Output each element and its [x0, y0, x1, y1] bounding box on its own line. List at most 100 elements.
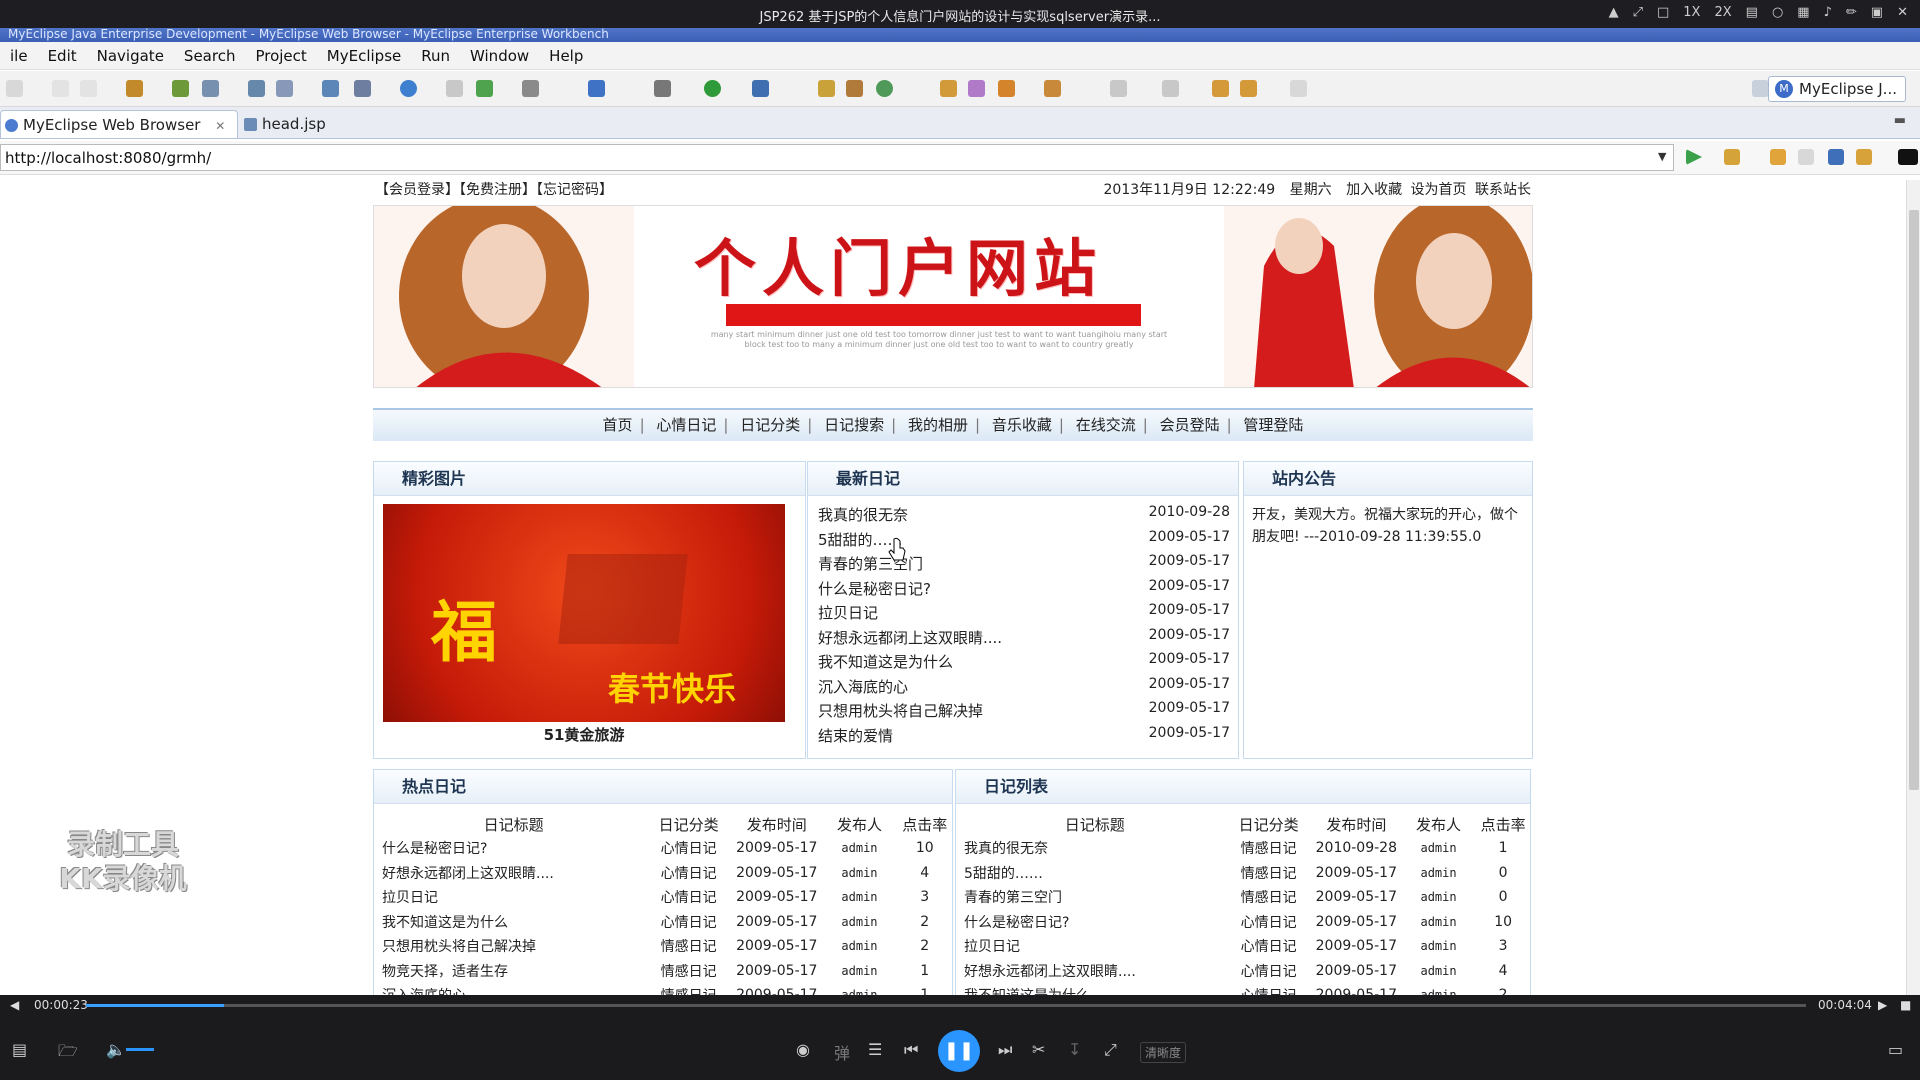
stop-icon[interactable]: ■ — [1900, 998, 1911, 1012]
table-row[interactable]: 我不知道这是为什么心情日记2009-05-17admin2 — [964, 983, 1530, 995]
list-item[interactable]: 我不知道这是为什么 2009-05-17 — [818, 651, 1230, 676]
forward-icon[interactable] — [1290, 80, 1307, 97]
list-item[interactable]: 我真的很无奈 2010-09-28 — [818, 504, 1230, 529]
nav-member-login[interactable]: 会员登陆 — [1160, 416, 1220, 434]
sync-icon[interactable] — [322, 80, 339, 97]
tab-head-jsp[interactable]: head.jsp — [240, 110, 338, 138]
list-item[interactable]: 什么是秘密日记? 2009-05-17 — [818, 578, 1230, 603]
cell-title[interactable]: 什么是秘密日记? — [382, 836, 645, 861]
refresh-icon[interactable] — [876, 80, 893, 97]
diary-title[interactable]: 我真的很无奈 — [818, 506, 908, 524]
table-row[interactable]: 好想永远都闭上这双眼睛.... 心情日记 2009-05-17 admin 4 — [382, 861, 952, 886]
featured-picture[interactable]: 福 春节快乐 — [383, 504, 785, 722]
fullscreen-icon[interactable]: ▭ — [1888, 1040, 1903, 1059]
next-icon[interactable]: ⏭ — [998, 1040, 1012, 1060]
stop-icon[interactable] — [1828, 149, 1844, 165]
add-favorite-link[interactable]: 加入收藏 — [1346, 182, 1402, 198]
library-icon[interactable]: ▤ — [12, 1040, 27, 1059]
external-tools-icon[interactable] — [752, 80, 769, 97]
nav-diary-category[interactable]: 日记分类 — [740, 416, 800, 434]
shrink-icon[interactable]: ⤢ — [1104, 1040, 1117, 1060]
mini-icon[interactable]: ○ — [1772, 5, 1783, 20]
bookmark-icon[interactable] — [846, 80, 863, 97]
list-item[interactable]: 结束的爱情 2009-05-17 — [818, 725, 1230, 750]
cell-title[interactable]: 我真的很无奈 — [964, 836, 1225, 861]
refresh-page-icon[interactable] — [1856, 149, 1872, 165]
clarity-button[interactable]: 清晰度 — [1140, 1042, 1187, 1063]
subtitle-icon[interactable]: ✏ — [1846, 5, 1857, 20]
table-row[interactable]: 沉入海底的心情感日记2009-05-17admin1 — [382, 983, 952, 995]
progress-track[interactable] — [86, 1004, 1806, 1007]
wizard-icon[interactable] — [354, 80, 371, 97]
close-tab-icon[interactable]: ✕ — [215, 119, 225, 133]
cell-title[interactable]: 拉贝日记 — [382, 885, 645, 910]
open-perspective-icon[interactable] — [1752, 80, 1769, 97]
back-icon[interactable] — [1240, 80, 1257, 97]
table-row[interactable]: 拉贝日记 心情日记 2009-05-17 admin 3 — [964, 934, 1530, 959]
shrink-icon[interactable]: ⤢ — [1633, 5, 1643, 20]
screen-icon[interactable]: ▦ — [1797, 5, 1809, 20]
nav-admin-login[interactable]: 管理登陆 — [1243, 416, 1303, 434]
nav-home[interactable]: 首页 — [603, 416, 633, 434]
list-item[interactable]: 沉入海底的心 2009-05-17 — [818, 676, 1230, 701]
prev-annotation-icon[interactable] — [1162, 80, 1179, 97]
next-annotation-icon[interactable] — [1110, 80, 1127, 97]
cut-icon[interactable]: ✂ — [1032, 1040, 1045, 1059]
add-icon[interactable] — [476, 80, 493, 97]
speed-1x[interactable]: 1X — [1683, 5, 1700, 20]
cell-title[interactable]: 沉入海底的心 — [382, 983, 645, 995]
audio-icon[interactable]: ♪ — [1824, 5, 1832, 20]
cell-title[interactable]: 青春的第三空门 — [964, 885, 1225, 910]
member-links[interactable]: 【会员登录】【免费注册】【忘记密码】 — [375, 175, 613, 205]
table-row[interactable]: 什么是秘密日记? 心情日记 2009-05-17 admin 10 — [382, 836, 952, 861]
open-folder-icon[interactable] — [940, 80, 957, 97]
menu-project[interactable]: Project — [245, 47, 316, 65]
list-item[interactable]: 只想用枕头将自己解决掉 2009-05-17 — [818, 700, 1230, 725]
cell-title[interactable]: 只想用枕头将自己解决掉 — [382, 934, 645, 959]
list-item[interactable]: 5甜甜的…… 2009-05-17 — [818, 529, 1230, 554]
capture-icon[interactable]: ▣ — [1871, 5, 1883, 20]
perspective-button[interactable]: M MyEclipse J... — [1768, 76, 1906, 102]
run-icon[interactable] — [704, 80, 721, 97]
volume-slider[interactable] — [126, 1048, 154, 1051]
nav-mood-diary[interactable]: 心情日记 — [656, 416, 716, 434]
diary-title[interactable]: 我不知道这是为什么 — [818, 653, 953, 671]
new-icon[interactable] — [6, 80, 23, 97]
globe-icon[interactable] — [400, 80, 417, 97]
new-class-icon[interactable] — [588, 80, 605, 97]
snapshot-icon[interactable]: □ — [1657, 5, 1669, 20]
folder-icon[interactable] — [446, 80, 463, 97]
menu-edit[interactable]: Edit — [38, 47, 87, 65]
menu-search[interactable]: Search — [174, 47, 246, 65]
cell-title[interactable]: 好想永远都闭上这双眼睛.... — [382, 861, 645, 886]
table-row[interactable]: 5甜甜的…… 情感日记 2009-05-17 admin 0 — [964, 861, 1530, 886]
menu-myeclipse[interactable]: MyEclipse — [317, 47, 411, 65]
download-icon[interactable]: ↧ — [1068, 1040, 1081, 1059]
prev-frame-icon[interactable]: ◀ — [10, 998, 19, 1012]
set-homepage-link[interactable]: 设为首页 — [1411, 182, 1467, 198]
list-item[interactable]: 青春的第三空门 2009-05-17 — [818, 553, 1230, 578]
menu-run[interactable]: Run — [411, 47, 460, 65]
contact-link[interactable]: 联系站长 — [1475, 182, 1531, 198]
open-file-icon[interactable] — [998, 80, 1015, 97]
last-edit-icon[interactable] — [1212, 80, 1229, 97]
close-icon[interactable]: ✕ — [1897, 5, 1908, 20]
menu-window[interactable]: Window — [460, 47, 539, 65]
cell-title[interactable]: 5甜甜的…… — [964, 861, 1225, 886]
table-row[interactable]: 物竞天择，适者生存 情感日记 2009-05-17 admin 1 — [382, 959, 952, 984]
danmu-toggle[interactable]: 弹 — [834, 1040, 850, 1064]
table-row[interactable]: 什么是秘密日记? 心情日记 2009-05-17 admin 10 — [964, 910, 1530, 935]
url-dropdown-icon[interactable]: ▼ — [1658, 150, 1666, 163]
cell-title[interactable]: 物竞天择，适者生存 — [382, 959, 645, 984]
favorites-icon[interactable] — [1724, 149, 1740, 165]
search-icon[interactable] — [818, 80, 835, 97]
nav-diary-search[interactable]: 日记搜索 — [824, 416, 884, 434]
edit-icon[interactable] — [968, 80, 985, 97]
pause-button[interactable]: ❚❚ — [938, 1030, 980, 1072]
nav-music[interactable]: 音乐收藏 — [992, 416, 1052, 434]
package-icon[interactable] — [126, 80, 143, 97]
menu-help[interactable]: Help — [539, 47, 593, 65]
server-icon[interactable] — [202, 80, 219, 97]
debug-icon[interactable] — [172, 80, 189, 97]
table-row[interactable]: 我真的很无奈 情感日记 2010-09-28 admin 1 — [964, 836, 1530, 861]
